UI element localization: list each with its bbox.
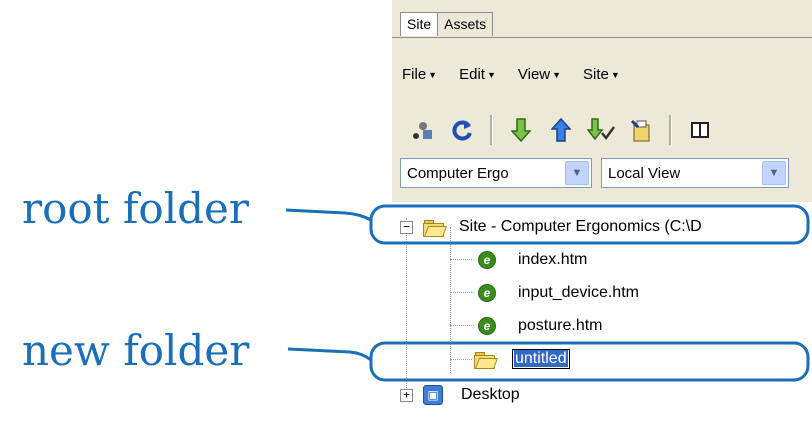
view-select[interactable]: Local View ▼ [601,158,789,188]
menu-file[interactable]: File ▼ [402,66,437,83]
chevron-down-icon[interactable]: ▼ [565,161,589,185]
site-file-tree: − Site - Computer Ergonomics (C:\D e ind… [392,202,812,423]
get-files-icon[interactable] [501,115,541,145]
toolbar-separator [669,115,672,145]
tree-file-row[interactable]: e posture.htm [478,313,602,339]
tree-connector [406,218,407,392]
menu-edit[interactable]: Edit ▼ [459,66,496,83]
tree-file-row[interactable]: e index.htm [478,247,587,273]
menu-site[interactable]: Site ▼ [583,66,620,83]
connect-icon[interactable] [402,115,442,145]
toolbar-separator [490,115,493,145]
new-folder-pointer [287,347,372,362]
tree-connector [450,359,472,360]
tree-connector [450,227,451,373]
tab-site[interactable]: Site [400,12,439,36]
root-folder-callout: root folder [22,184,249,233]
site-view-selects: Computer Ergo ▼ Local View ▼ [400,158,789,188]
tab-divider [392,37,812,38]
tree-root-label: Site - Computer Ergonomics (C:\D [459,218,702,235]
tab-assets[interactable]: Assets [437,12,494,36]
panel-toolbar [402,112,720,148]
collapse-icon[interactable]: − [400,220,413,234]
files-panel: Site Assets File▼ Edit▼ View▼ Site▼ [392,0,812,423]
panel-menubar: File ▼ Edit ▼ View ▼ Site ▼ [402,66,620,83]
tree-connector [450,259,474,260]
put-files-icon[interactable] [541,115,581,145]
tree-connector [450,325,474,326]
tree-file-row[interactable]: e input_device.htm [478,280,639,306]
tree-connector [450,292,474,293]
html-file-icon: e [478,317,496,335]
expand-icon[interactable] [680,115,720,145]
chevron-down-icon[interactable]: ▼ [762,161,786,185]
menu-view[interactable]: View ▼ [518,66,561,83]
folder-open-icon [474,351,499,369]
expand-icon[interactable]: + [400,388,413,402]
refresh-icon[interactable] [442,115,482,145]
root-folder-pointer [285,208,372,222]
check-in-icon[interactable] [621,115,661,145]
tree-desktop-row[interactable]: + ▣ Desktop [400,382,520,408]
new-folder-callout: new folder [22,326,250,375]
site-select[interactable]: Computer Ergo ▼ [400,158,592,188]
tree-root-row[interactable]: − Site - Computer Ergonomics (C:\D [400,214,702,240]
panel-tabs: Site Assets [400,12,494,36]
desktop-icon: ▣ [423,385,443,405]
tree-new-folder-row[interactable]: untitled [474,346,570,372]
html-file-icon: e [478,251,496,269]
folder-open-icon [423,219,448,237]
folder-name-input[interactable]: untitled [512,349,570,369]
check-out-icon[interactable] [581,115,621,145]
html-file-icon: e [478,284,496,302]
